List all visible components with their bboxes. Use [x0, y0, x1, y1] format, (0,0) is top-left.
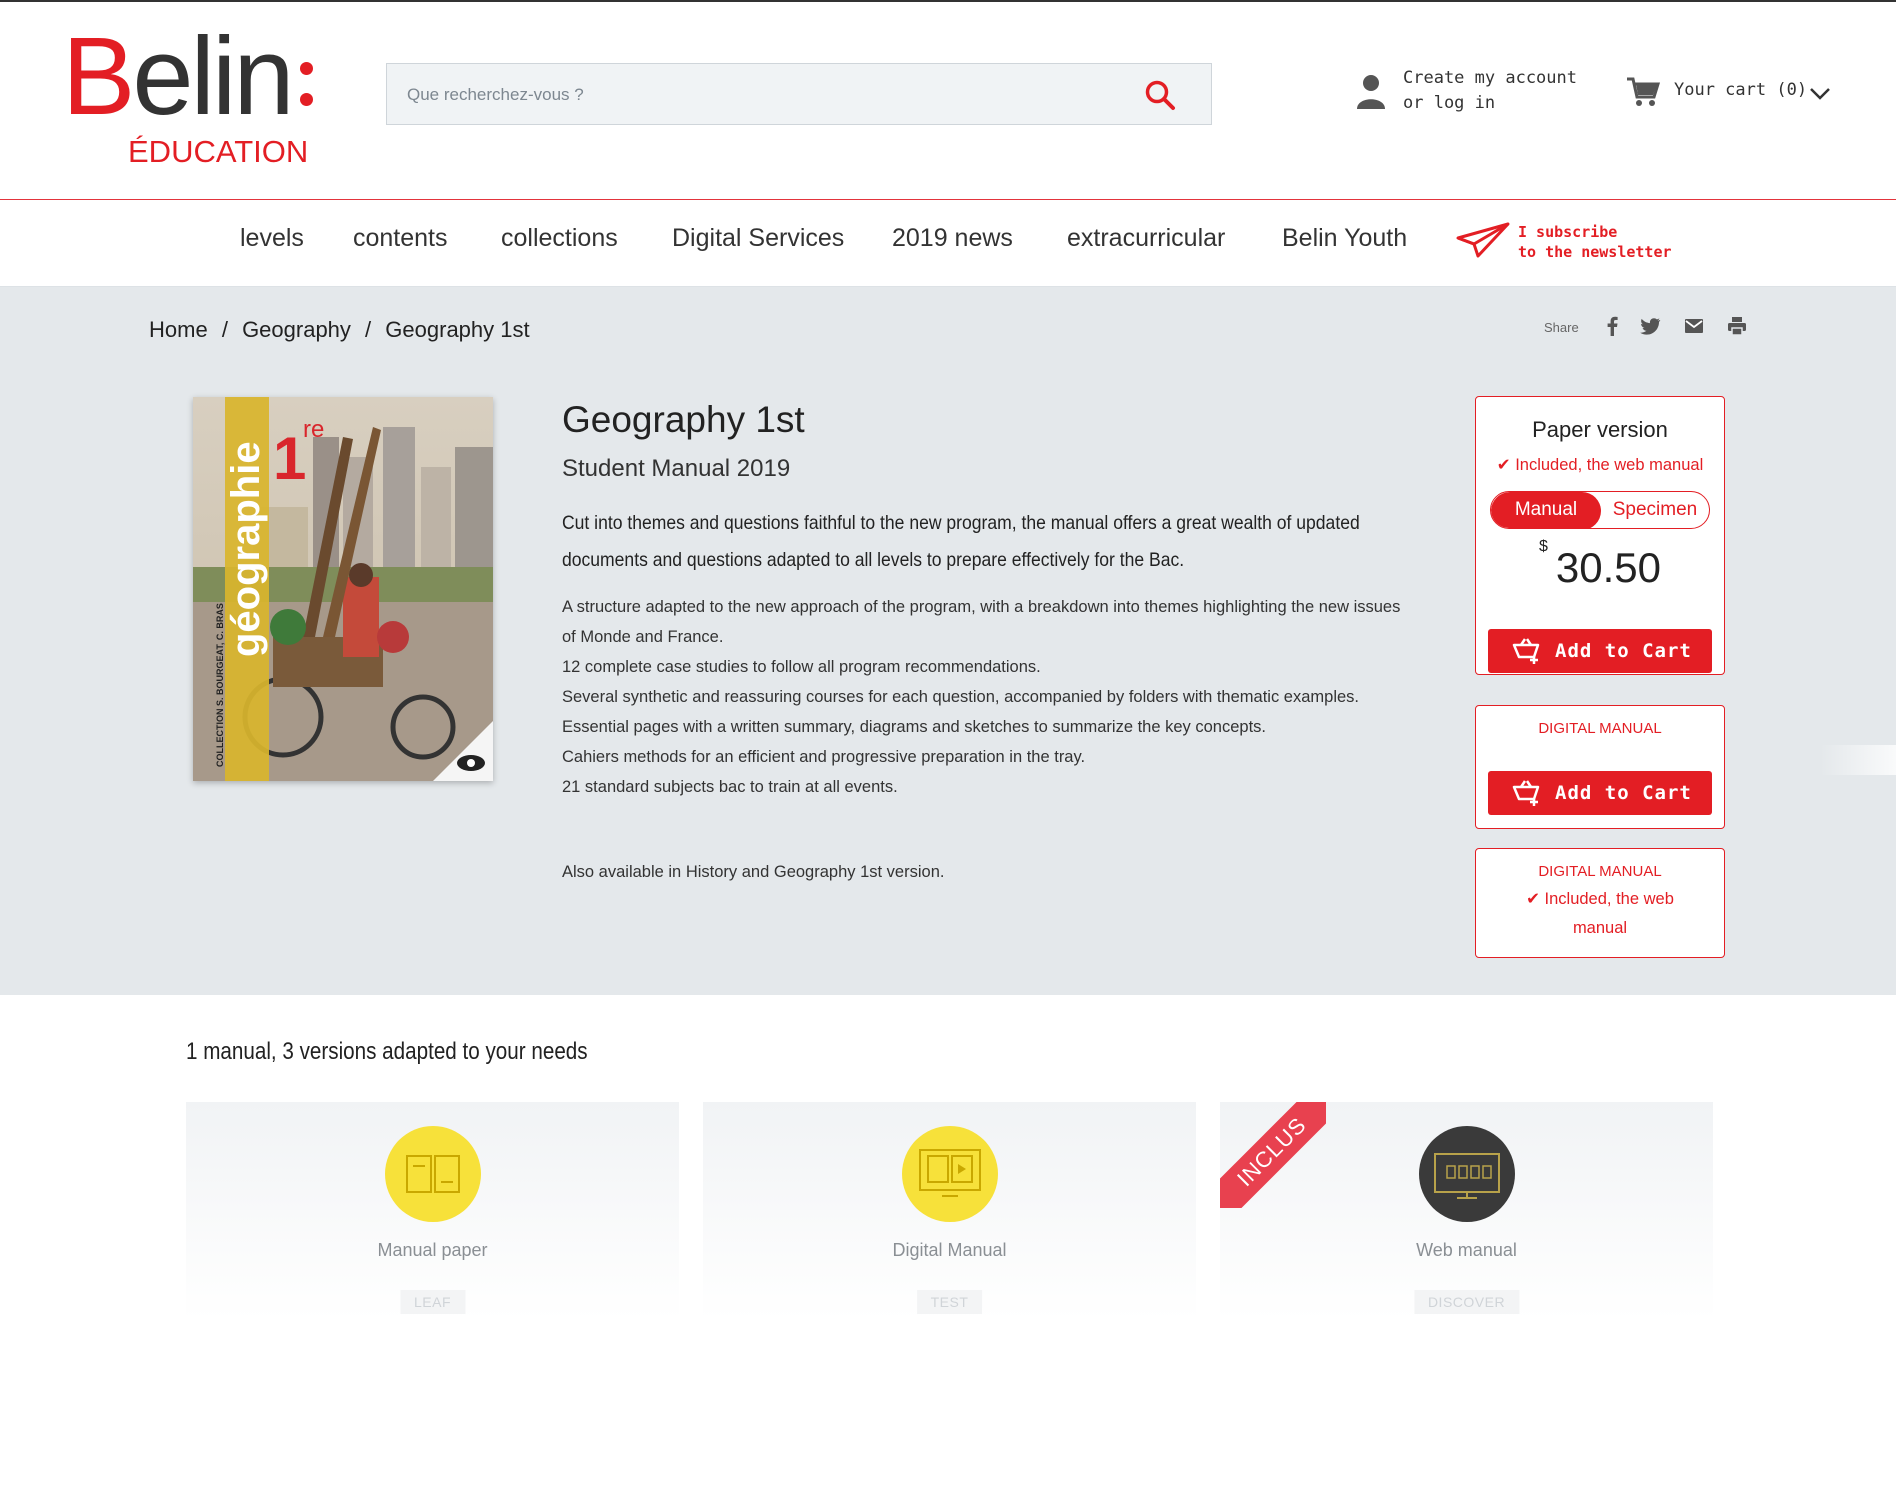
facebook-icon[interactable]: [1601, 315, 1623, 337]
user-icon: [1357, 75, 1385, 109]
toggle-specimen[interactable]: Specimen: [1601, 492, 1709, 528]
search-input[interactable]: [405, 78, 1109, 112]
description-line: Essential pages with a written summary, …: [562, 718, 1266, 736]
newsletter-line-2: to the newsletter: [1518, 243, 1672, 261]
svg-text:géographie: géographie: [224, 441, 268, 657]
breadcrumb-home[interactable]: Home: [149, 317, 208, 342]
digital-manual-label: DIGITAL MANUAL: [1538, 720, 1662, 737]
ribbon-label: INCLUS: [1220, 1102, 1326, 1208]
logo-letter: B: [62, 15, 135, 138]
version-card-paper[interactable]: Manual paper LEAF: [186, 1102, 679, 1320]
svg-text:re: re: [303, 416, 324, 443]
digital-manual-label: DIGITAL MANUAL: [1538, 863, 1662, 880]
test-button[interactable]: TEST: [916, 1290, 983, 1314]
add-to-cart-button[interactable]: Add to Cart: [1488, 629, 1712, 673]
svg-text:COLLECTION S. BOURGEAT, C. BRA: COLLECTION S. BOURGEAT, C. BRAS: [215, 603, 225, 767]
included-label: Included, the web manual: [1515, 456, 1704, 474]
nav-item-collections[interactable]: collections: [501, 224, 618, 253]
breadcrumb-separator: /: [365, 317, 372, 342]
share-bar: Share: [1544, 311, 1754, 341]
account-label: Create my account or log in: [1403, 68, 1577, 113]
nav-item-belin-youth[interactable]: Belin Youth: [1282, 224, 1407, 253]
monitor-icon: [1419, 1126, 1515, 1222]
breadcrumb-geography[interactable]: Geography: [242, 317, 351, 342]
product-lead: Cut into themes and questions faithful t…: [562, 512, 1360, 571]
add-to-cart-label: Add to Cart: [1555, 782, 1692, 804]
product-section: Home / Geography / Geography 1st Share 1…: [0, 287, 1896, 995]
chevron-down-icon[interactable]: [1808, 86, 1832, 102]
included-label: Included, the web: [1544, 890, 1674, 908]
check-icon: ✔: [1496, 456, 1511, 474]
scroll-shadow: [1820, 745, 1896, 775]
leaf-button[interactable]: LEAF: [399, 1290, 466, 1314]
included-web-manual: ✔ Included, the web manual: [1476, 455, 1724, 475]
description-line: A structure adapted to the new approach …: [562, 598, 1401, 646]
nav-item-contents[interactable]: contents: [353, 224, 448, 253]
paper-version-box: Paper version ✔ Included, the web manual…: [1475, 396, 1725, 675]
version-name: Web manual: [1416, 1240, 1517, 1260]
breadcrumb-current: Geography 1st: [385, 317, 530, 342]
book-cover-image[interactable]: 1 re géographie COLLECTION S. BOURGEAT, …: [193, 397, 493, 781]
twitter-icon[interactable]: [1639, 315, 1661, 337]
version-card-digital[interactable]: Digital Manual TEST: [703, 1102, 1196, 1320]
share-label: Share: [1544, 320, 1579, 335]
description-line: Cahiers methods for an efficient and pro…: [562, 748, 1086, 766]
logo-subtitle: ÉDUCATION: [128, 134, 309, 169]
cart-label: Your cart (0): [1674, 80, 1808, 100]
newsletter-line-1: I subscribe: [1518, 223, 1618, 241]
description-line: Several synthetic and reassuring courses…: [562, 688, 1359, 706]
version-card-web[interactable]: INCLUS Web manual DISCOVER: [1220, 1102, 1713, 1320]
digital-book-icon: [902, 1126, 998, 1222]
breadcrumb-separator: /: [221, 317, 228, 342]
search-bar: [386, 63, 1212, 125]
book-icon: [385, 1126, 481, 1222]
paper-plane-icon: [1456, 222, 1510, 258]
add-cart-icon: [1512, 638, 1540, 664]
newsletter-label: I subscribe to the newsletter: [1518, 222, 1678, 262]
toggle-manual[interactable]: Manual: [1491, 492, 1601, 528]
paper-version-title: Paper version: [1532, 417, 1668, 442]
breadcrumb: Home / Geography / Geography 1st: [149, 317, 538, 343]
add-to-cart-label: Add to Cart: [1555, 640, 1692, 662]
logo[interactable]: Belin: [62, 22, 295, 132]
versions-title: 1 manual, 3 versions adapted to your nee…: [186, 1038, 588, 1065]
price: $30.50: [1476, 538, 1724, 592]
product-description: A structure adapted to the new approach …: [562, 592, 1412, 802]
add-to-cart-button-digital[interactable]: Add to Cart: [1488, 771, 1712, 815]
price-value: 30.50: [1555, 544, 1661, 591]
product-subtitle: Student Manual 2019: [562, 455, 791, 482]
svg-text:1: 1: [273, 425, 306, 492]
nav-item-2019-news[interactable]: 2019 news: [892, 224, 1013, 253]
digital-manual-box: DIGITAL MANUAL Add to Cart: [1475, 705, 1725, 829]
check-icon: ✔: [1526, 890, 1540, 908]
site-header: Belin ÉDUCATION Create my account or log…: [0, 2, 1896, 200]
product-title: Geography 1st: [562, 399, 805, 440]
description-line: 12 complete case studies to follow all p…: [562, 658, 1041, 676]
version-name: Manual paper: [377, 1240, 488, 1260]
search-icon: [1145, 80, 1175, 110]
nav-item-extracurricular[interactable]: extracurricular: [1067, 224, 1225, 253]
included-ribbon: INCLUS: [1220, 1102, 1326, 1208]
print-icon[interactable]: [1726, 315, 1748, 337]
logo-colon-icon: [300, 62, 314, 124]
search-button[interactable]: [1143, 78, 1177, 112]
version-toggle: Manual Specimen: [1490, 491, 1710, 529]
description-line: 21 standard subjects bac to train at all…: [562, 778, 898, 796]
discover-button[interactable]: DISCOVER: [1413, 1290, 1520, 1314]
main-nav: levels contents collections Digital Serv…: [0, 200, 1896, 287]
add-cart-icon: [1512, 780, 1540, 806]
currency: $: [1538, 538, 1548, 555]
included-web-manual: ✔ Included, the web: [1476, 889, 1724, 909]
included-web-manual-2: manual: [1572, 919, 1628, 937]
nav-item-levels[interactable]: levels: [240, 224, 304, 253]
logo-text: elin: [132, 15, 294, 138]
cart-icon: [1627, 77, 1660, 106]
digital-included-box: DIGITAL MANUAL ✔ Included, the web manua…: [1475, 848, 1725, 958]
version-name: Digital Manual: [892, 1240, 1007, 1260]
mail-icon[interactable]: [1683, 315, 1705, 337]
nav-item-digital-services[interactable]: Digital Services: [672, 224, 844, 253]
cover-illustration: 1 re géographie COLLECTION S. BOURGEAT, …: [193, 397, 493, 781]
also-available: Also available in History and Geography …: [562, 863, 945, 881]
